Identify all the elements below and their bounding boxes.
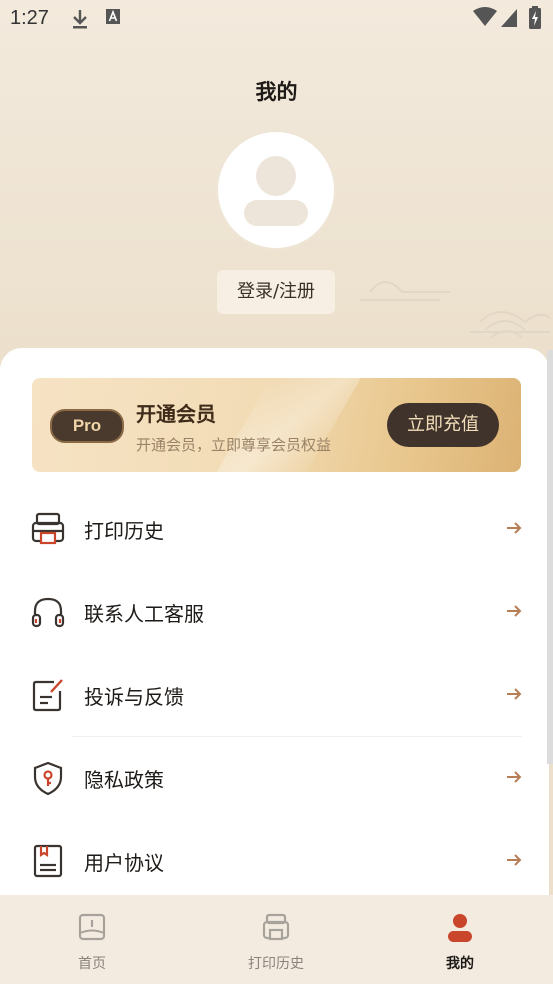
keyboard-a-icon <box>106 9 120 24</box>
login-register-button[interactable]: 登录/注册 <box>217 270 335 314</box>
menu-label: 投诉与反馈 <box>84 685 184 709</box>
feedback-edit-icon <box>32 679 63 712</box>
tab-label: 打印历史 <box>248 956 304 972</box>
menu-label: 隐私政策 <box>84 768 164 792</box>
tab-label: 我的 <box>446 956 474 972</box>
printer-icon <box>262 913 290 941</box>
vip-banner[interactable]: Pro 开通会员 开通会员，立即尊享会员权益 立即充值 <box>32 378 521 472</box>
shield-key-icon <box>33 761 63 796</box>
battery-charging-icon <box>529 6 541 29</box>
cloud-pattern-decoration <box>360 281 550 339</box>
arrow-right-icon <box>507 688 522 700</box>
menu-label: 打印历史 <box>84 519 164 543</box>
menu-item-user-agreement[interactable]: 用户协议 <box>0 831 549 891</box>
signal-icon <box>501 9 517 27</box>
arrow-right-icon <box>507 771 522 783</box>
scrollbar[interactable] <box>547 350 553 764</box>
download-icon <box>73 10 87 29</box>
avatar[interactable] <box>216 130 336 250</box>
menu-divider <box>72 736 522 737</box>
printer-icon <box>31 512 65 545</box>
arrow-right-icon <box>507 522 522 534</box>
user-placeholder-icon <box>244 156 308 226</box>
agreement-book-icon <box>33 844 63 878</box>
vip-shine-decoration <box>207 378 367 472</box>
home-book-icon <box>78 913 106 941</box>
menu-label: 用户协议 <box>84 851 164 875</box>
menu-label: 联系人工客服 <box>84 602 204 626</box>
menu-item-privacy-policy[interactable]: 隐私政策 <box>0 748 549 808</box>
menu-item-customer-service[interactable]: 联系人工客服 <box>0 582 549 642</box>
tab-mine[interactable]: 我的 <box>405 895 515 984</box>
tab-home[interactable]: 首页 <box>37 895 147 984</box>
status-time: 1:27 <box>10 7 49 29</box>
menu-item-feedback[interactable]: 投诉与反馈 <box>0 665 549 725</box>
user-icon <box>448 914 472 942</box>
headset-icon <box>31 597 65 628</box>
vip-title: 开通会员 <box>136 402 216 426</box>
arrow-right-icon <box>507 854 522 866</box>
pro-badge: Pro <box>50 409 124 443</box>
wifi-icon <box>473 7 497 26</box>
menu-item-print-history[interactable]: 打印历史 <box>0 499 549 559</box>
status-bar: 1:27 <box>0 0 553 40</box>
page-title: 我的 <box>255 80 298 104</box>
recharge-button[interactable]: 立即充值 <box>387 403 499 447</box>
bottom-tab-bar: 首页 打印历史 我的 <box>0 895 553 984</box>
arrow-right-icon <box>507 605 522 617</box>
tab-print-history[interactable]: 打印历史 <box>221 895 331 984</box>
vip-subtitle: 开通会员，立即尊享会员权益 <box>136 436 332 454</box>
tab-label: 首页 <box>78 956 106 972</box>
